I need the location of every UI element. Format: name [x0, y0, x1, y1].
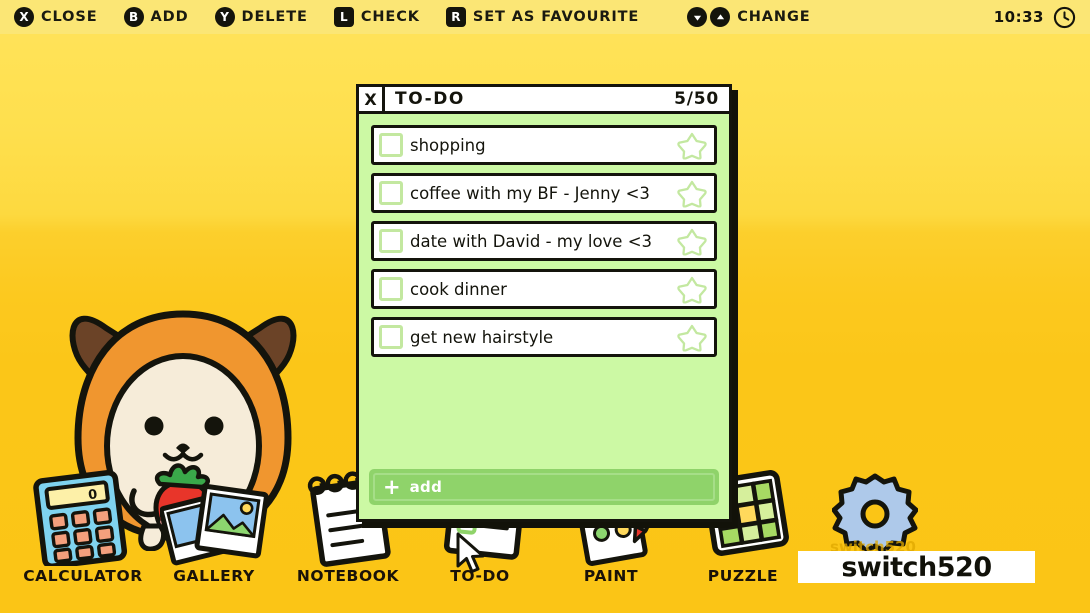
dock-label-puzzle[interactable]: PUZZLE — [708, 567, 779, 585]
window-item-count: 5/50 — [674, 89, 719, 109]
hint-change[interactable]: CHANGE — [687, 7, 810, 27]
hint-add[interactable]: B ADD — [123, 7, 189, 27]
todo-item-label: cook dinner — [410, 279, 507, 299]
dock-label-paint[interactable]: PAINT — [584, 567, 638, 585]
hint-set-favourite[interactable]: R SET AS FAVOURITE — [445, 7, 640, 27]
todo-row[interactable]: shopping — [371, 125, 717, 165]
dock-label-todo[interactable]: TO-DO — [450, 567, 510, 585]
calculator-icon[interactable]: 0 — [28, 470, 140, 566]
favourite-star-icon[interactable] — [677, 323, 707, 352]
todo-item-label: coffee with my BF - Jenny <3 — [410, 183, 650, 203]
window-title: TO-DO — [395, 89, 465, 109]
plus-icon: + — [383, 474, 401, 499]
button-y-icon: Y — [214, 7, 235, 27]
favourite-star-icon[interactable] — [677, 179, 707, 208]
dpad-updown-icons — [687, 7, 731, 27]
hint-close-label: CLOSE — [41, 9, 98, 25]
button-l-icon: L — [333, 7, 354, 27]
todo-item-label: get new hairstyle — [410, 327, 554, 347]
window-body: shopping coffee with my BF - Jenny <3 da… — [356, 114, 732, 522]
window-titlebar: X TO-DO 5/50 — [356, 84, 732, 114]
add-button-label: add — [409, 478, 443, 496]
hint-check[interactable]: L CHECK — [333, 7, 420, 27]
add-task-button[interactable]: + add — [369, 469, 719, 505]
todo-checkbox[interactable] — [379, 325, 403, 349]
todo-row[interactable]: cook dinner — [371, 269, 717, 309]
todo-checkbox[interactable] — [379, 181, 403, 205]
todo-item-label: shopping — [410, 135, 486, 155]
hint-close[interactable]: X CLOSE — [14, 7, 98, 27]
todo-row[interactable]: coffee with my BF - Jenny <3 — [371, 173, 717, 213]
todo-row[interactable]: date with David - my love <3 — [371, 221, 717, 261]
todo-window: X TO-DO 5/50 shopping coffee with my BF … — [356, 84, 732, 522]
close-icon[interactable]: X — [359, 87, 385, 111]
todo-checkbox[interactable] — [379, 229, 403, 253]
todo-checkbox[interactable] — [379, 277, 403, 301]
watermark: switch520 — [798, 551, 1035, 583]
todo-checkbox[interactable] — [379, 133, 403, 157]
hint-delete-label: DELETE — [241, 9, 308, 25]
window-spacer — [371, 365, 717, 469]
hint-change-label: CHANGE — [737, 9, 811, 25]
game-screen: X CLOSE B ADD Y DELETE L CHECK R SET AS … — [0, 0, 1090, 613]
gallery-icon[interactable] — [160, 478, 290, 568]
watermark-text: switch520 — [841, 551, 992, 583]
dock-label-notebook[interactable]: NOTEBOOK — [297, 567, 399, 585]
button-x-icon: X — [14, 7, 34, 27]
dpad-down-icon — [687, 7, 708, 27]
hint-set-favourite-label: SET AS FAVOURITE — [472, 9, 640, 25]
dpad-up-icon — [710, 7, 731, 27]
button-r-icon: R — [445, 7, 466, 27]
favourite-star-icon[interactable] — [677, 275, 707, 304]
favourite-star-icon[interactable] — [677, 227, 707, 256]
hint-delete[interactable]: Y DELETE — [214, 7, 308, 27]
hint-check-label: CHECK — [360, 9, 420, 25]
hint-add-label: ADD — [150, 9, 189, 25]
todo-item-label: date with David - my love <3 — [410, 231, 653, 251]
todo-row[interactable]: get new hairstyle — [371, 317, 717, 357]
favourite-star-icon[interactable] — [677, 131, 707, 160]
dock-label-calculator[interactable]: CALCULATOR — [23, 567, 143, 585]
dock-label-gallery[interactable]: GALLERY — [173, 567, 255, 585]
clock-icon — [1053, 6, 1076, 28]
clock-time: 10:33 — [993, 8, 1044, 26]
clock: 10:33 — [994, 0, 1076, 34]
button-b-icon: B — [123, 7, 144, 27]
svg-text:0: 0 — [87, 487, 98, 503]
top-hint-bar: X CLOSE B ADD Y DELETE L CHECK R SET AS … — [0, 0, 1090, 34]
